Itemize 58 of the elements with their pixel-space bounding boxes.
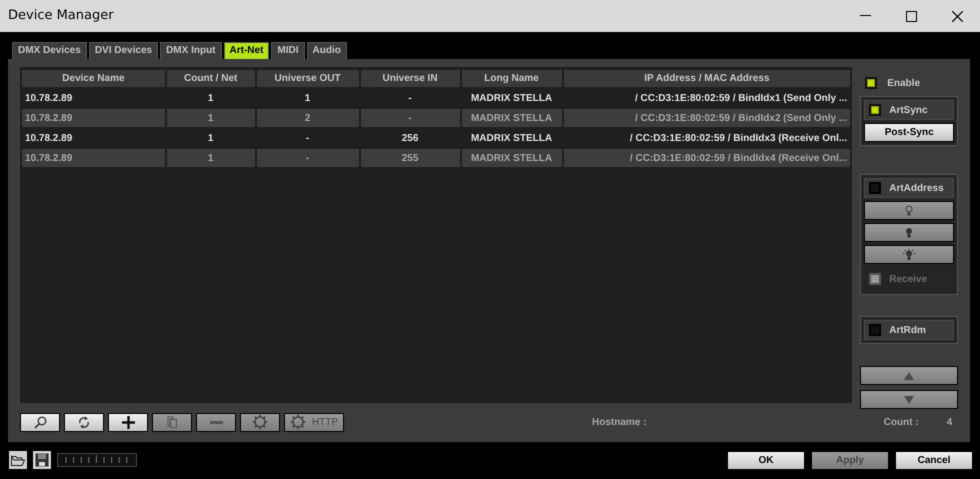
tab[interactable]: DMX Devices bbox=[12, 42, 87, 59]
tab[interactable]: Art-Net bbox=[224, 42, 270, 59]
table-cell: / CC:D3:1E:80:02:59 / BindIdx4 (Receive Onl... bbox=[564, 149, 850, 167]
save-icon[interactable] bbox=[33, 451, 51, 469]
column-header[interactable]: IP Address / MAC Address bbox=[564, 70, 850, 87]
table-cell: 2 bbox=[256, 109, 359, 127]
column-header[interactable]: Long Name bbox=[462, 70, 562, 87]
checkbox-label: ArtSync bbox=[889, 104, 928, 118]
checkbox-label: ArtAddress bbox=[889, 182, 944, 196]
search-button[interactable] bbox=[20, 412, 60, 432]
count-value: 4 bbox=[946, 416, 952, 430]
table-cell: - bbox=[256, 149, 359, 167]
column-header[interactable]: Universe IN bbox=[360, 70, 460, 87]
table-cell: - bbox=[360, 109, 460, 127]
column-header[interactable]: Count / Net bbox=[166, 70, 255, 87]
refresh-button[interactable] bbox=[64, 412, 104, 432]
bulb-icon bbox=[905, 205, 914, 216]
table-cell: MADRIX STELLA bbox=[462, 149, 562, 167]
table-cell: 10.78.2.89 bbox=[22, 109, 165, 127]
hostname-label: Hostname : bbox=[592, 416, 646, 430]
search-icon bbox=[34, 416, 46, 428]
count-label: Count : bbox=[884, 416, 919, 430]
tab[interactable]: DVI Devices bbox=[88, 42, 158, 59]
tab[interactable]: MIDI bbox=[271, 42, 305, 59]
post-sync-button[interactable]: Post-Sync bbox=[864, 123, 954, 142]
checkbox-label: Receive bbox=[889, 272, 928, 286]
minus-icon bbox=[210, 420, 222, 424]
gear-icon bbox=[290, 414, 306, 430]
tab[interactable]: DMX Input bbox=[160, 42, 222, 59]
checkbox[interactable] bbox=[865, 77, 878, 89]
copy-icon bbox=[166, 416, 178, 428]
tick-ruler[interactable] bbox=[57, 453, 137, 467]
up-arrow-icon bbox=[904, 372, 914, 380]
bulb-icon bbox=[905, 227, 914, 238]
checkbox-label: ArtRdm bbox=[889, 324, 926, 338]
checkbox[interactable] bbox=[869, 104, 882, 116]
table-cell: 1 bbox=[166, 109, 255, 127]
window-title: Device Manager bbox=[8, 7, 114, 26]
checkbox[interactable] bbox=[869, 324, 882, 336]
table-cell: 10.78.2.89 bbox=[22, 149, 165, 167]
table-cell: 1 bbox=[166, 149, 255, 167]
glowing-bulb-icon bbox=[902, 248, 916, 260]
dialog-button[interactable]: Cancel bbox=[895, 450, 973, 470]
plus-icon bbox=[122, 416, 134, 428]
checkbox-label: Enable bbox=[887, 76, 920, 90]
column-header[interactable]: Device Name bbox=[22, 70, 165, 87]
add-button[interactable] bbox=[108, 412, 148, 432]
dialog-button[interactable]: OK bbox=[727, 450, 805, 470]
open-folder-icon[interactable] bbox=[9, 451, 27, 469]
checkbox[interactable] bbox=[869, 182, 882, 194]
tab[interactable]: Audio bbox=[306, 42, 347, 59]
table-cell: MADRIX STELLA bbox=[462, 109, 562, 127]
table-cell: 255 bbox=[360, 149, 460, 167]
gear-icon bbox=[252, 414, 268, 430]
column-header[interactable]: Universe OUT bbox=[256, 70, 359, 87]
down-arrow-icon bbox=[904, 396, 914, 404]
refresh-icon bbox=[78, 416, 90, 428]
table-cell: / CC:D3:1E:80:02:59 / BindIdx2 (Send Only ... bbox=[564, 109, 850, 127]
